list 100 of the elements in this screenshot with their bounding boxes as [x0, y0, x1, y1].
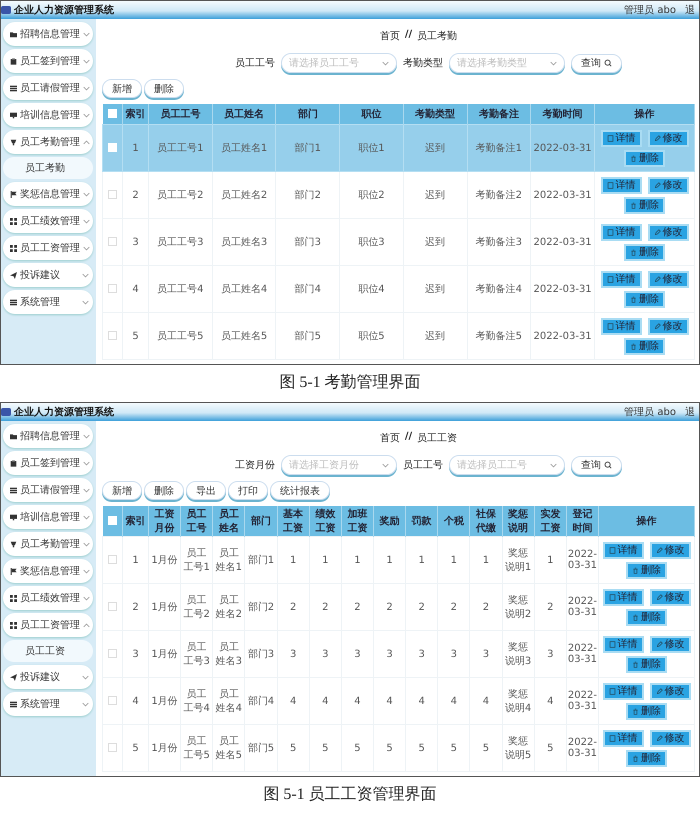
- submenu-item[interactable]: 员工考勤: [3, 157, 93, 179]
- row-action-button[interactable]: 删除: [626, 702, 667, 720]
- menu-item[interactable]: 员工工资管理: [3, 613, 93, 637]
- menu-item[interactable]: 投诉建议: [3, 263, 93, 287]
- row-action-button[interactable]: 修改: [650, 682, 690, 700]
- row-action-button[interactable]: 删除: [624, 196, 665, 214]
- menu-item[interactable]: 员工签到管理: [3, 451, 93, 475]
- toolbar-button[interactable]: 新增: [102, 481, 142, 500]
- row-action-button[interactable]: 修改: [648, 318, 688, 334]
- table-cell: 2: [470, 584, 502, 630]
- table-cell: 迟到: [403, 124, 468, 172]
- row-action-button[interactable]: 删除: [624, 338, 665, 354]
- app-title: 企业人力资源管理系统: [14, 4, 114, 17]
- row-action-button[interactable]: 修改: [650, 730, 690, 746]
- menu-item[interactable]: 招聘信息管理: [3, 424, 93, 448]
- chevron-icon: [83, 32, 90, 36]
- row-action-button[interactable]: 修改: [650, 636, 690, 652]
- row-action-button[interactable]: 删除: [626, 750, 667, 766]
- menu-item[interactable]: 系统管理: [3, 692, 93, 716]
- row-checkbox[interactable]: [108, 649, 117, 658]
- table-cell: 部门4: [244, 678, 278, 724]
- menu-item[interactable]: 员工考勤管理: [3, 532, 93, 556]
- menu-item[interactable]: 奖惩信息管理: [3, 559, 93, 583]
- row-action-button[interactable]: 修改: [648, 270, 688, 288]
- pencil-icon: [654, 276, 660, 282]
- pencil-icon: [656, 640, 662, 648]
- toolbar-button[interactable]: 统计报表: [270, 481, 330, 500]
- row-action-button[interactable]: 删除: [624, 244, 665, 260]
- row-action-button[interactable]: 修改: [650, 542, 690, 558]
- row-checkbox[interactable]: [108, 696, 117, 706]
- logout-link[interactable]: 退: [685, 3, 695, 17]
- row-action-button[interactable]: 修改: [648, 224, 688, 240]
- table-cell: 5: [438, 724, 470, 772]
- table-cell: 3: [470, 630, 502, 678]
- menu-item[interactable]: 培训信息管理: [3, 505, 93, 529]
- column-header: 奖惩说明: [502, 506, 534, 536]
- breadcrumb-item[interactable]: 员工考勤: [417, 29, 458, 43]
- list-icon: [10, 84, 17, 92]
- chevron-icon: [83, 86, 90, 90]
- row-checkbox[interactable]: [108, 331, 117, 340]
- row-checkbox[interactable]: [108, 284, 117, 294]
- chevron-icon: [83, 622, 90, 628]
- row-action-button[interactable]: 修改: [648, 130, 688, 146]
- row-action-button[interactable]: 详情: [600, 318, 642, 334]
- row-action-button[interactable]: 详情: [602, 682, 644, 700]
- row-checkbox[interactable]: [108, 743, 117, 752]
- breadcrumb-item[interactable]: 首页: [380, 431, 400, 445]
- row-action-button[interactable]: 删除: [626, 562, 667, 578]
- menu-item[interactable]: 培训信息管理: [3, 103, 93, 127]
- toolbar-button[interactable]: 删除: [144, 79, 184, 98]
- menu-item[interactable]: 奖惩信息管理: [3, 182, 93, 206]
- breadcrumb-item[interactable]: 首页: [380, 29, 400, 43]
- breadcrumb-item[interactable]: 员工工资: [417, 431, 458, 445]
- logout-link[interactable]: 退: [685, 405, 695, 419]
- row-action-button[interactable]: 详情: [602, 636, 644, 652]
- row-checkbox[interactable]: [108, 190, 117, 200]
- row-action-button[interactable]: 详情: [600, 224, 642, 240]
- select-all-checkbox[interactable]: [108, 516, 117, 526]
- row-action-button[interactable]: 删除: [624, 290, 665, 308]
- list-icon: [10, 700, 17, 708]
- row-action-button[interactable]: 详情: [600, 270, 642, 288]
- row-action-button[interactable]: 详情: [602, 542, 644, 558]
- row-action-button[interactable]: 删除: [626, 656, 667, 672]
- table-cell: 部门1: [244, 536, 278, 584]
- column-header: 考勤备注: [467, 104, 531, 124]
- table-cell: 5: [277, 724, 310, 772]
- toolbar-button[interactable]: 打印: [228, 481, 268, 500]
- row-action-button[interactable]: 详情: [600, 130, 642, 146]
- table-cell: 3: [309, 630, 342, 678]
- row-action-button[interactable]: 详情: [602, 588, 644, 606]
- menu-item[interactable]: 员工绩效管理: [3, 209, 93, 233]
- row-action-button[interactable]: 详情: [602, 730, 644, 746]
- select-all-checkbox[interactable]: [108, 109, 117, 118]
- row-action-button[interactable]: 详情: [600, 176, 642, 194]
- row-checkbox[interactable]: [108, 602, 117, 612]
- menu-item[interactable]: 系统管理: [3, 290, 93, 314]
- user-label: 管理员 abo: [624, 4, 676, 17]
- row-action-button[interactable]: 删除: [624, 150, 665, 166]
- row-checkbox[interactable]: [108, 555, 117, 564]
- submenu-item[interactable]: 员工工资: [3, 640, 93, 662]
- filter-label: 工资月份: [235, 459, 275, 472]
- row-checkbox[interactable]: [108, 237, 117, 246]
- menu-item[interactable]: 员工签到管理: [3, 49, 93, 73]
- table-cell: 员工工号5: [148, 312, 212, 360]
- toolbar-button[interactable]: 新增: [102, 79, 142, 98]
- row-action-button[interactable]: 修改: [650, 588, 690, 606]
- menu-item[interactable]: 员工请假管理: [3, 76, 93, 100]
- toolbar-button[interactable]: 删除: [144, 481, 184, 500]
- search-button[interactable]: 查询: [571, 456, 622, 474]
- row-action-button[interactable]: 修改: [648, 176, 688, 194]
- menu-item[interactable]: 招聘信息管理: [3, 22, 93, 46]
- search-button[interactable]: 查询: [571, 54, 622, 72]
- menu-item[interactable]: 投诉建议: [3, 665, 93, 689]
- menu-item[interactable]: 员工考勤管理: [3, 130, 93, 154]
- toolbar-button[interactable]: 导出: [186, 481, 226, 500]
- row-action-button[interactable]: 删除: [626, 608, 667, 626]
- menu-item[interactable]: 员工绩效管理: [3, 586, 93, 610]
- menu-item[interactable]: 员工工资管理: [3, 236, 93, 260]
- menu-item[interactable]: 员工请假管理: [3, 478, 93, 502]
- table-cell: 部门3: [244, 630, 278, 678]
